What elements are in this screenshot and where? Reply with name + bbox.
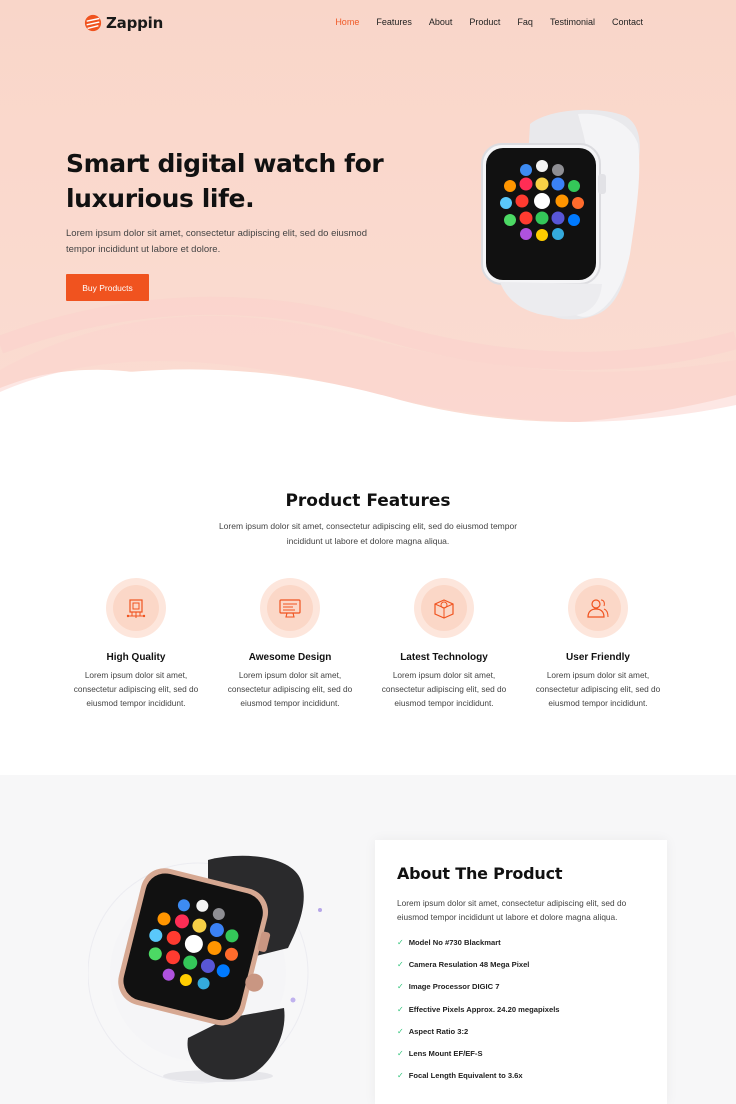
- feature-text: Lorem ipsum dolor sit amet, consectetur …: [381, 670, 507, 708]
- box-icon: [434, 599, 454, 619]
- about-title: About The Product: [397, 864, 563, 883]
- nav-product[interactable]: Product: [469, 17, 500, 27]
- spec-text: Focal Length Equivalent to 3.6x: [408, 1071, 523, 1081]
- feature-card-high-quality: High Quality Lorem ipsum dolor sit amet,…: [71, 578, 201, 710]
- check-icon: ✓: [397, 1026, 404, 1036]
- main-nav: Home Features About Product Faq Testimon…: [318, 17, 643, 27]
- spec-text: Image Processor DIGIC 7: [408, 982, 500, 992]
- spec-text: Lens Mount EF/EF-S: [408, 1048, 483, 1058]
- spec-text: Camera Resulation 48 Mega Pixel: [408, 960, 530, 970]
- feature-title: User Friendly: [566, 652, 630, 663]
- about-description: Lorem ipsum dolor sit amet, consectetur …: [397, 898, 627, 922]
- check-icon: ✓: [397, 960, 404, 970]
- hero-section: Zappin Home Features About Product Faq T…: [0, 0, 736, 440]
- users-icon: [587, 599, 609, 618]
- white-watch-image: [481, 109, 640, 320]
- logo-icon: [84, 14, 102, 32]
- chip-icon: [126, 599, 146, 618]
- navbar: Zappin Home Features About Product Faq T…: [0, 0, 736, 46]
- spec-item: ✓ Effective Pixels Approx. 24.20 megapixe…: [397, 1005, 560, 1027]
- spec-item: ✓ Lens Mount EF/EF-S: [397, 1049, 560, 1071]
- features-description: Lorem ipsum dolor sit amet, consectetur …: [218, 521, 518, 546]
- check-icon: ✓: [397, 1048, 404, 1058]
- nav-features[interactable]: Features: [376, 17, 412, 27]
- spec-item: ✓ Aspect Ratio 3:2: [397, 1027, 560, 1049]
- nav-home[interactable]: Home: [335, 17, 359, 27]
- feature-title: Awesome Design: [248, 652, 332, 663]
- feature-text: Lorem ipsum dolor sit amet, consectetur …: [73, 670, 199, 708]
- spec-text: Effective Pixels Approx. 24.20 megapixel…: [408, 1004, 560, 1014]
- feature-card-latest-technology: Latest Technology Lorem ipsum dolor sit …: [379, 578, 509, 710]
- logo[interactable]: Zappin: [84, 12, 163, 34]
- nav-contact[interactable]: Contact: [612, 17, 643, 27]
- buy-products-button[interactable]: Buy Products: [66, 274, 149, 301]
- features-title: Product Features: [285, 491, 451, 511]
- feature-card-user-friendly: User Friendly Lorem ipsum dolor sit amet…: [533, 578, 663, 710]
- hero-description: Lorem ipsum dolor sit amet, consectetur …: [66, 228, 367, 255]
- nav-about[interactable]: About: [429, 17, 453, 27]
- check-icon: ✓: [397, 938, 404, 947]
- check-icon: ✓: [397, 982, 404, 992]
- spec-text: Model No #730 Blackmart: [408, 938, 501, 947]
- black-watch-image: [88, 855, 322, 1084]
- about-product-card: About The Product Lorem ipsum dolor sit …: [375, 840, 667, 1104]
- feature-icon-circle: [260, 578, 320, 638]
- nav-testimonial[interactable]: Testimonial: [550, 17, 595, 27]
- feature-icon-circle: [106, 578, 166, 638]
- check-icon: ✓: [397, 1071, 404, 1081]
- spec-item: ✓ Camera Resulation 48 Mega Pixel: [397, 960, 560, 982]
- logo-text: Zappin: [106, 14, 164, 32]
- feature-icon-circle: [568, 578, 628, 638]
- hero-title: Smart digital watch for luxurious life.: [66, 149, 384, 213]
- spec-item: ✓ Image Processor DIGIC 7: [397, 982, 560, 1004]
- monitor-icon: [279, 599, 301, 618]
- feature-text: Lorem ipsum dolor sit amet, consectetur …: [535, 670, 661, 708]
- feature-icon-circle: [414, 578, 474, 638]
- check-icon: ✓: [397, 1004, 404, 1014]
- spec-list: ✓ Model No #730 Blackmart ✓ Camera Resulat…: [397, 938, 560, 1093]
- feature-title: High Quality: [106, 652, 166, 663]
- nav-faq[interactable]: Faq: [517, 17, 533, 27]
- spec-item: ✓ Focal Length Equivalent to 3.6x: [397, 1071, 560, 1093]
- spec-text: Aspect Ratio 3:2: [408, 1026, 469, 1036]
- feature-text: Lorem ipsum dolor sit amet, consectetur …: [227, 670, 353, 708]
- spec-item: ✓ Model No #730 Blackmart: [397, 938, 560, 960]
- feature-title: Latest Technology: [400, 652, 488, 663]
- feature-card-awesome-design: Awesome Design Lorem ipsum dolor sit ame…: [225, 578, 355, 710]
